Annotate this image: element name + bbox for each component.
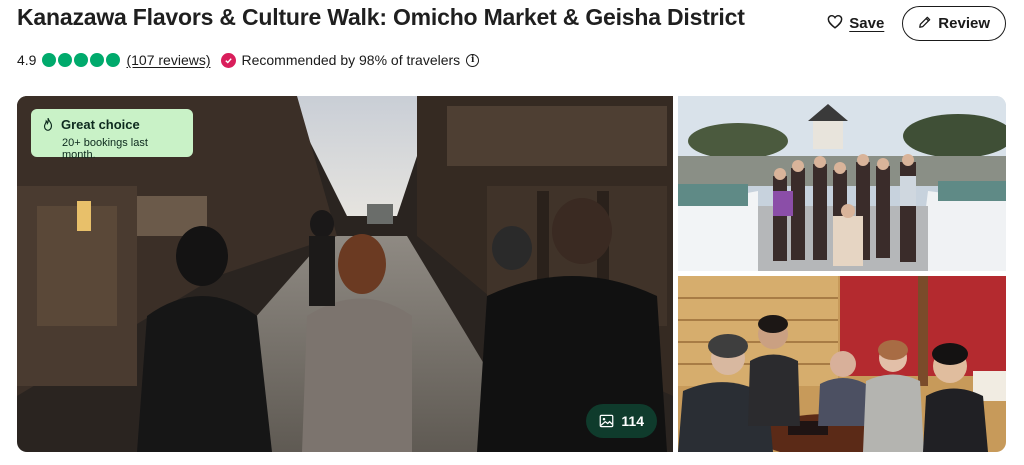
great-choice-badge: Great choice 20+ bookings last month. xyxy=(31,109,193,161)
main-photo[interactable]: Great choice 20+ bookings last month. 11… xyxy=(17,96,673,452)
group-photo-garden[interactable] xyxy=(678,96,1006,271)
rating-bubble xyxy=(106,53,121,67)
photo-gallery: Great choice 20+ bookings last month. 11… xyxy=(17,96,1006,452)
pencil-icon xyxy=(918,15,932,33)
rating-bubbles xyxy=(42,53,121,67)
info-icon[interactable]: i xyxy=(466,53,480,67)
rating-bubble xyxy=(58,53,73,67)
rating-bubble xyxy=(74,53,89,67)
review-button[interactable]: Review xyxy=(902,6,1006,41)
badge-subtitle: 20+ bookings last month. xyxy=(62,137,148,161)
photo-count-label: 114 xyxy=(621,413,644,429)
photo-count-button[interactable]: 114 xyxy=(586,404,657,438)
review-label: Review xyxy=(938,15,990,32)
rating-value: 4.9 xyxy=(17,52,37,68)
image-icon xyxy=(599,414,614,428)
reviews-link[interactable]: (107 reviews) xyxy=(126,52,210,68)
page-title: Kanazawa Flavors & Culture Walk: Omicho … xyxy=(17,4,745,30)
rating-row: 4.9 (107 reviews) Recommended by 98% of … xyxy=(17,52,480,68)
recommendation-text: Recommended by 98% of travelers xyxy=(241,52,461,68)
rating-bubble xyxy=(42,53,57,67)
save-label: Save xyxy=(849,15,885,32)
rating-bubble xyxy=(90,53,105,67)
heart-outline-icon xyxy=(827,14,843,33)
recommendation: Recommended by 98% of travelers i xyxy=(220,52,480,68)
group-photo-teahouse[interactable] xyxy=(678,276,1006,452)
save-button[interactable]: Save xyxy=(823,7,888,41)
laurel-badge-icon xyxy=(220,52,236,68)
badge-title: Great choice xyxy=(61,117,140,132)
header-actions: Save Review xyxy=(823,6,1006,41)
flame-icon xyxy=(41,117,55,132)
